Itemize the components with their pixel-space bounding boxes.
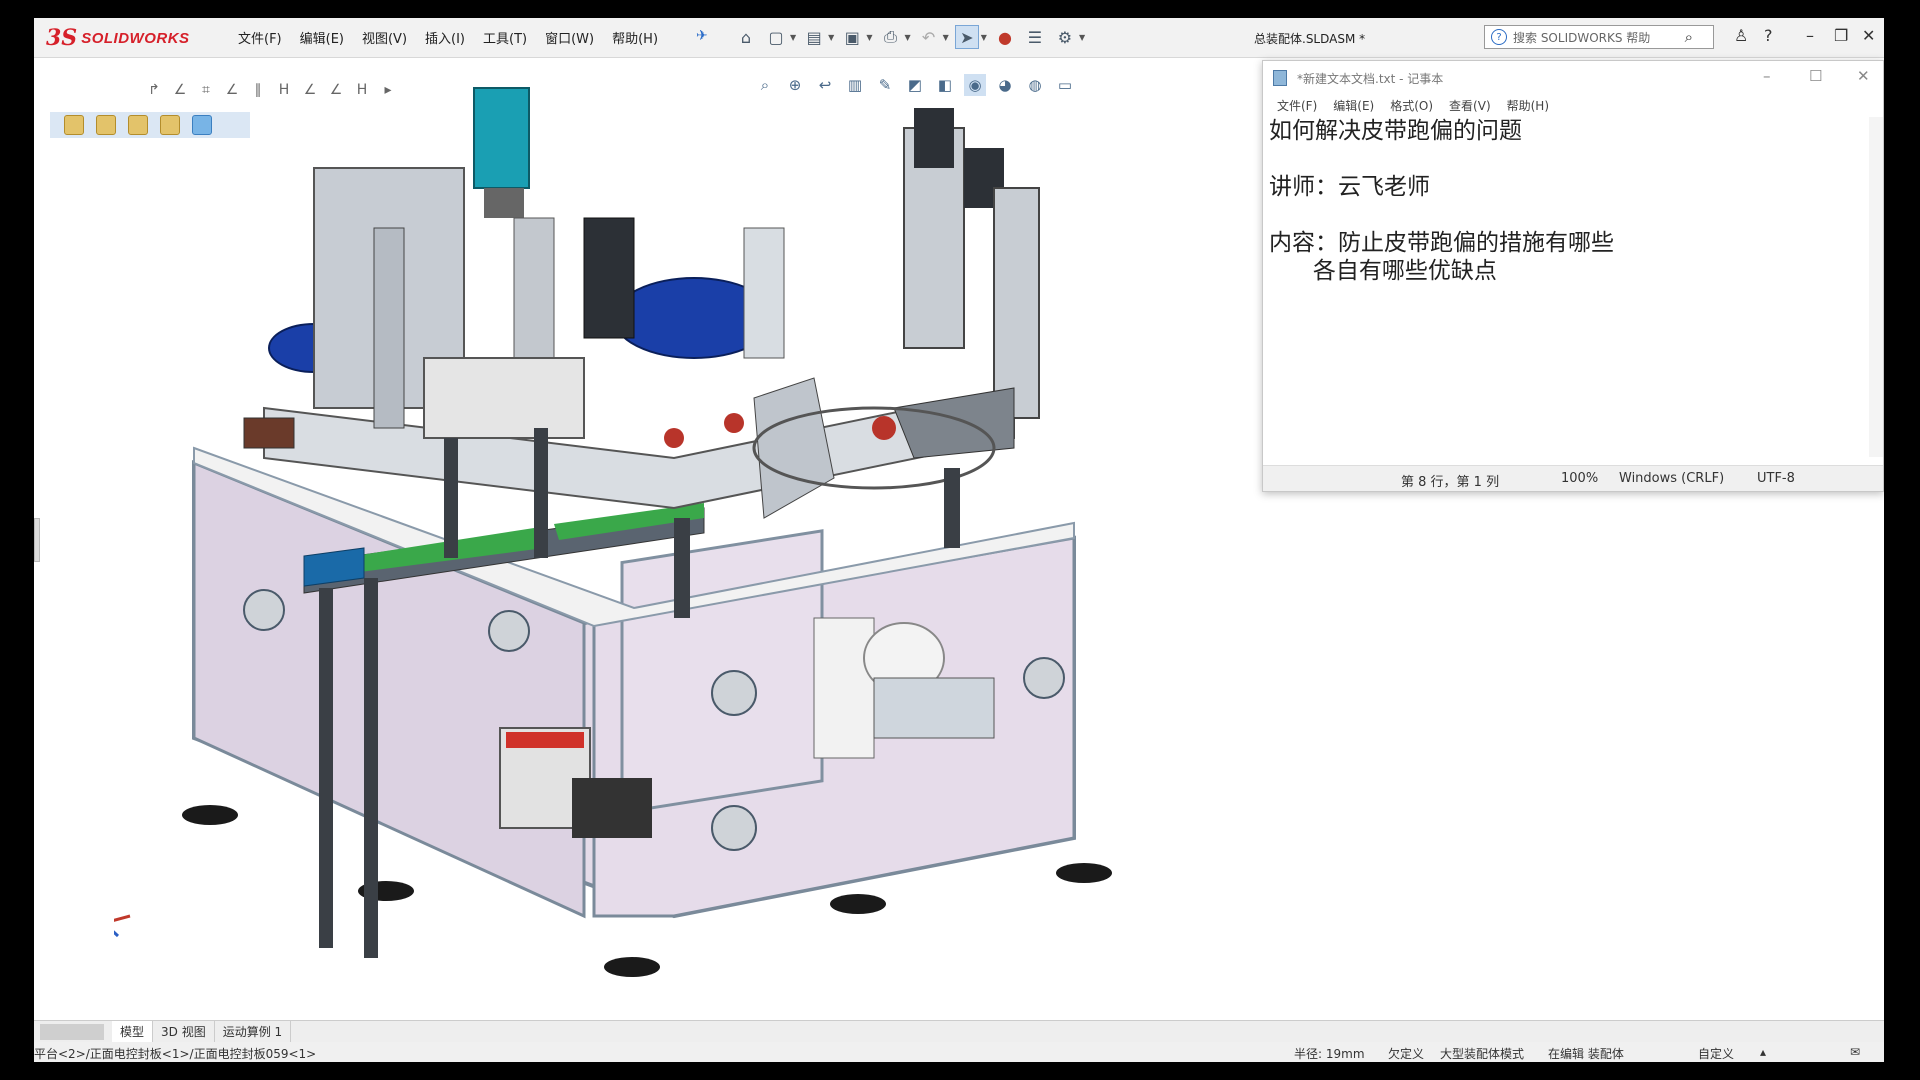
selection-path: 平台<2>/正面电控封板<1>/正面电控封板059<1> xyxy=(34,1047,317,1061)
tab-scroll-arrows[interactable] xyxy=(40,1023,104,1040)
traffic-light-icon[interactable]: ● xyxy=(993,25,1017,49)
notepad-menu-view[interactable]: 查看(V) xyxy=(1441,97,1499,114)
logo-text: SOLIDWORKS xyxy=(81,29,190,47)
cursor-position: 第 8 行，第 1 列 xyxy=(1401,475,1500,490)
menu-edit[interactable]: 编辑(E) xyxy=(291,28,353,47)
config-cube-icon[interactable] xyxy=(64,115,84,135)
standard-toolbar: ⌂ ▢ ▼ ▤ ▼ ▣ ▼ ⎙ ▼ ↶ ▼ ➤ ▼ ● ☰ ⚙ ▼ xyxy=(734,25,1085,49)
vertical-scrollbar[interactable] xyxy=(1869,117,1883,457)
notepad-menu-file[interactable]: 文件(F) xyxy=(1269,97,1325,114)
chevron-up-icon[interactable]: ▴ xyxy=(1760,1045,1766,1059)
menu-tools[interactable]: 工具(T) xyxy=(474,28,536,47)
notepad-menu-edit[interactable]: 编辑(E) xyxy=(1325,97,1382,114)
text-line xyxy=(1269,145,1867,173)
tab-motion-study[interactable]: 运动算例 1 xyxy=(215,1021,292,1042)
user-icon[interactable]: ♙ xyxy=(1734,26,1748,45)
units-custom[interactable]: 自定义 xyxy=(1698,1045,1734,1062)
minimize-icon[interactable]: – xyxy=(1806,26,1814,45)
chevron-down-icon[interactable]: ▼ xyxy=(790,33,796,42)
menu-insert[interactable]: 插入(I) xyxy=(416,28,474,47)
chevron-down-icon[interactable]: ▼ xyxy=(866,33,872,42)
text-line: 内容：防止皮带跑偏的措施有哪些 xyxy=(1269,230,1614,256)
zoom-level: 100% xyxy=(1561,471,1599,486)
status-bar: 平台<2>/正面电控封板<1>/正面电控封板059<1> 半径: 19mm 欠定… xyxy=(34,1042,1884,1062)
assembly-3d-view[interactable] xyxy=(114,78,1114,998)
select-pointer-icon[interactable]: ➤ xyxy=(954,25,979,49)
main-menu: 文件(F) 编辑(E) 视图(V) 插入(I) 工具(T) 窗口(W) 帮助(H… xyxy=(229,28,667,47)
notepad-menu-help[interactable]: 帮助(H) xyxy=(1499,97,1557,114)
open-folder-icon[interactable]: ▤ xyxy=(802,25,826,49)
notepad-status-bar: 第 8 行，第 1 列 100% Windows (CRLF) UTF-8 xyxy=(1263,465,1883,491)
line-ending: Windows (CRLF) xyxy=(1619,471,1725,486)
menu-help[interactable]: 帮助(H) xyxy=(603,28,667,47)
solidworks-window: 3S SOLIDWORKS 文件(F) 编辑(E) 视图(V) 插入(I) 工具… xyxy=(34,18,1884,1062)
editing-target: 在编辑 装配体 xyxy=(1548,1047,1624,1061)
close-icon[interactable]: ✕ xyxy=(1857,67,1870,85)
feature-tree-collapse-tab[interactable] xyxy=(34,518,40,562)
home-icon[interactable]: ⌂ xyxy=(734,25,758,49)
document-title: 总装配体.SLDASM * xyxy=(1254,32,1366,46)
menu-view[interactable]: 视图(V) xyxy=(353,28,416,47)
search-placeholder: 搜索 SOLIDWORKS 帮助 xyxy=(1513,30,1651,45)
chevron-down-icon[interactable]: ▼ xyxy=(981,33,987,42)
maximize-icon[interactable]: ☐ xyxy=(1809,67,1822,85)
solidworks-logo[interactable]: 3S SOLIDWORKS xyxy=(46,22,190,54)
notepad-text-area[interactable]: 如何解决皮带跑偏的问题 讲师：云飞老师 内容：防止皮带跑偏的措施有哪些 各自有哪… xyxy=(1269,117,1867,457)
radius-readout: 半径: 19mm xyxy=(1294,1047,1365,1061)
gear-icon[interactable]: ⚙ xyxy=(1053,25,1077,49)
text-line xyxy=(1269,201,1867,229)
title-bar: 3S SOLIDWORKS 文件(F) 编辑(E) 视图(V) 插入(I) 工具… xyxy=(34,18,1884,58)
notepad-icon xyxy=(1273,70,1287,86)
help-search-box[interactable]: ? 搜索 SOLIDWORKS 帮助 ⌕ xyxy=(1484,25,1714,49)
notepad-title-bar[interactable]: *新建文本文档.txt - 记事本 – ☐ ✕ xyxy=(1263,61,1883,93)
search-icon[interactable]: ⌕ xyxy=(1685,28,1693,46)
text-line: 讲师：云飞老师 xyxy=(1269,174,1430,200)
question-icon[interactable]: ? xyxy=(1764,26,1773,45)
undo-icon[interactable]: ↶ xyxy=(917,25,941,49)
notepad-menu-format[interactable]: 格式(O) xyxy=(1382,97,1441,114)
notepad-menu: 文件(F) 编辑(E) 格式(O) 查看(V) 帮助(H) xyxy=(1269,97,1557,114)
definition-state: 欠定义 xyxy=(1388,1047,1425,1061)
tab-model[interactable]: 模型 xyxy=(112,1021,154,1042)
close-icon[interactable]: ✕ xyxy=(1862,26,1875,45)
assembly-mode: 大型装配体模式 xyxy=(1440,1047,1525,1061)
new-document-icon[interactable]: ▢ xyxy=(764,25,788,49)
save-icon[interactable]: ▣ xyxy=(840,25,864,49)
help-icon: ? xyxy=(1491,29,1507,45)
bottom-tabs: 模型 3D 视图 运动算例 1 xyxy=(34,1020,1884,1042)
config-cube-icon[interactable] xyxy=(96,115,116,135)
chevron-down-icon[interactable]: ▼ xyxy=(943,33,949,42)
text-line: 各自有哪些优缺点 xyxy=(1269,258,1497,284)
coordinate-triad xyxy=(114,914,131,938)
file-properties-icon[interactable]: ☰ xyxy=(1023,25,1047,49)
notepad-title: *新建文本文档.txt - 记事本 xyxy=(1297,72,1444,86)
chevron-down-icon[interactable]: ▼ xyxy=(828,33,834,42)
chevron-down-icon[interactable]: ▼ xyxy=(1079,33,1085,42)
chevron-down-icon[interactable]: ▼ xyxy=(904,33,910,42)
logo-mark: 3S xyxy=(46,25,78,51)
menu-window[interactable]: 窗口(W) xyxy=(536,28,603,47)
minimize-icon[interactable]: – xyxy=(1763,67,1771,85)
chat-icon[interactable]: ✉ xyxy=(1850,1045,1860,1059)
pin-icon[interactable]: ✈ xyxy=(696,28,708,44)
text-line: 如何解决皮带跑偏的问题 xyxy=(1269,118,1522,144)
notepad-window[interactable]: *新建文本文档.txt - 记事本 – ☐ ✕ 文件(F) 编辑(E) 格式(O… xyxy=(1262,60,1884,492)
tab-3d-view[interactable]: 3D 视图 xyxy=(153,1021,215,1042)
maximize-icon[interactable]: ❐ xyxy=(1834,26,1848,45)
menu-file[interactable]: 文件(F) xyxy=(229,28,291,47)
encoding: UTF-8 xyxy=(1757,471,1795,486)
print-icon[interactable]: ⎙ xyxy=(878,25,902,49)
